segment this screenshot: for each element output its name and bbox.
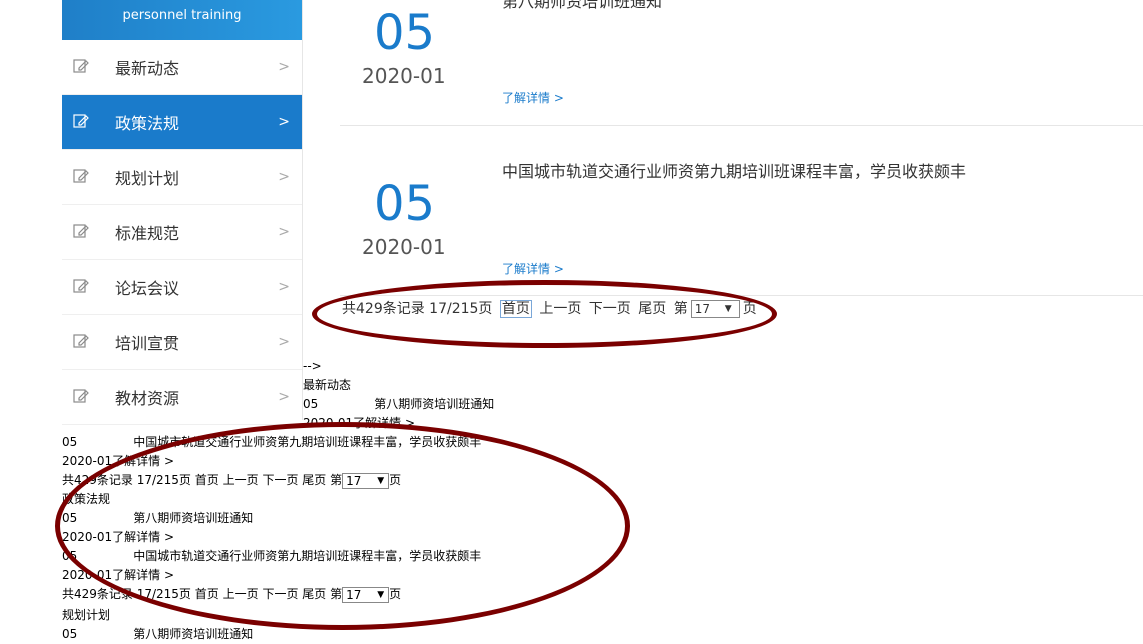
last-page-link[interactable]: 尾页	[302, 473, 326, 487]
chevron-right-icon: >	[278, 389, 290, 405]
sidebar-item-forum[interactable]: 论坛会议 >	[62, 260, 302, 315]
page-select-value: 17	[346, 473, 362, 488]
edit-icon	[73, 113, 89, 129]
raw-item-title[interactable]: 中国城市轨道交通行业师资第九期培训班课程丰富，学员收获颇丰	[133, 549, 481, 563]
sidebar-header: personnel training	[62, 0, 302, 40]
sidebar-item-latest-news[interactable]: 最新动态 >	[62, 40, 302, 95]
caret-down-icon: ▼	[724, 304, 732, 314]
news-day: 05	[374, 5, 436, 61]
page-select-value: 17	[694, 302, 710, 316]
raw-item-more[interactable]: 2020-01了解详情 >	[303, 414, 415, 433]
sidebar-item-label: 论坛会议	[115, 279, 180, 298]
raw-list-item: 05 第八期师资培训班通知	[303, 395, 494, 414]
prev-page-link[interactable]: 上一页	[223, 473, 259, 487]
read-more-link[interactable]: 了解详情 >	[502, 89, 564, 106]
pagination-total: 共429条记录 17/215页	[342, 301, 493, 317]
chevron-right-icon: >	[278, 169, 290, 185]
raw-list-item: 05 中国城市轨道交通行业师资第九期培训班课程丰富，学员收获颇丰	[62, 547, 481, 566]
raw-section-heading: 最新动态	[303, 378, 352, 392]
page-prefix: 第	[673, 301, 688, 317]
sidebar-item-materials[interactable]: 教材资源 >	[62, 370, 302, 425]
page-select[interactable]: 17 ▼	[342, 472, 390, 489]
page-suffix: 页	[389, 587, 402, 601]
page-select-value: 17	[346, 587, 362, 602]
edit-icon	[73, 388, 89, 404]
raw-list-item: 05 第八期师资培训班通知	[62, 625, 253, 644]
sidebar-item-policy[interactable]: 政策法规 >	[62, 95, 302, 150]
raw-item-day: 05	[303, 397, 319, 411]
prev-page-link[interactable]: 上一页	[223, 587, 259, 601]
raw-item-day: 05	[62, 435, 78, 449]
sidebar-item-label: 标准规范	[115, 224, 180, 243]
raw-item-day: 05	[62, 511, 78, 525]
sidebar-item-label: 培训宣贯	[115, 334, 180, 353]
page-prefix: 第	[330, 587, 343, 601]
page-prefix: 第	[330, 473, 343, 487]
page-suffix: 页	[389, 473, 402, 487]
news-title[interactable]: 第八期师资培训班通知	[502, 0, 662, 12]
raw-section-heading: 政策法规	[62, 492, 111, 506]
chevron-right-icon: >	[278, 334, 290, 350]
raw-list-item: 05 第八期师资培训班通知	[62, 509, 253, 528]
raw-comment: -->	[303, 359, 322, 373]
news-date: 2020-01	[362, 64, 446, 88]
pagination: 共429条记录 17/215页 首页 上一页 下一页 尾页 第 17 ▼ 页	[342, 298, 760, 318]
last-page-link[interactable]: 尾页	[302, 587, 326, 601]
first-page-link[interactable]: 首页	[195, 587, 219, 601]
sidebar-item-label: 最新动态	[115, 59, 180, 78]
next-page-link[interactable]: 下一页	[589, 301, 631, 317]
raw-section-heading: 规划计划	[62, 608, 111, 622]
page-suffix: 页	[742, 301, 757, 317]
news-item: 第八期师资培训班通知 05 2020-01 了解详情 >	[340, 0, 1143, 125]
sidebar-item-training[interactable]: 培训宣贯 >	[62, 315, 302, 370]
edit-icon	[73, 223, 89, 239]
next-page-link[interactable]: 下一页	[262, 587, 298, 601]
raw-item-title[interactable]: 中国城市轨道交通行业师资第九期培训班课程丰富，学员收获颇丰	[133, 435, 481, 449]
edit-icon	[73, 278, 89, 294]
news-title[interactable]: 中国城市轨道交通行业师资第九期培训班课程丰富，学员收获颇丰	[502, 158, 966, 182]
raw-item-more[interactable]: 2020-01了解详情 >	[62, 566, 174, 585]
next-page-link[interactable]: 下一页	[262, 473, 298, 487]
pagination-total: 共429条记录 17/215页	[62, 473, 191, 487]
raw-pagination: 共429条记录 17/215页 首页 上一页 下一页 尾页 第 17 ▼ 页	[62, 471, 401, 490]
chevron-right-icon: >	[278, 114, 290, 130]
pagination-total: 共429条记录 17/215页	[62, 587, 191, 601]
prev-page-link[interactable]: 上一页	[539, 301, 581, 317]
first-page-link[interactable]: 首页	[195, 473, 219, 487]
raw-item-more[interactable]: 2020-01了解详情 >	[62, 452, 174, 471]
news-item: 中国城市轨道交通行业师资第九期培训班课程丰富，学员收获颇丰 05 2020-01…	[340, 125, 1143, 295]
divider	[340, 295, 1143, 296]
sidebar-item-label: 教材资源	[115, 389, 180, 408]
raw-pagination: 共429条记录 17/215页 首页 上一页 下一页 尾页 第 17 ▼ 页	[62, 585, 401, 604]
edit-icon	[73, 333, 89, 349]
edit-icon	[73, 58, 89, 74]
sidebar-item-label: 规划计划	[115, 169, 180, 188]
page-select[interactable]: 17 ▼	[690, 300, 740, 318]
page-select[interactable]: 17 ▼	[342, 586, 390, 603]
sidebar-item-planning[interactable]: 规划计划 >	[62, 150, 302, 205]
last-page-link[interactable]: 尾页	[638, 301, 666, 317]
chevron-right-icon: >	[278, 59, 290, 75]
sidebar-item-standards[interactable]: 标准规范 >	[62, 205, 302, 260]
sidebar-item-label: 政策法规	[115, 114, 180, 133]
raw-item-title[interactable]: 第八期师资培训班通知	[133, 627, 253, 641]
chevron-right-icon: >	[278, 224, 290, 240]
news-day: 05	[374, 176, 436, 232]
news-date: 2020-01	[362, 235, 446, 259]
chevron-right-icon: >	[278, 279, 290, 295]
raw-list-item: 05 中国城市轨道交通行业师资第九期培训班课程丰富，学员收获颇丰	[62, 433, 481, 452]
raw-item-title[interactable]: 第八期师资培训班通知	[374, 397, 494, 411]
raw-item-title[interactable]: 第八期师资培训班通知	[133, 511, 253, 525]
raw-item-day: 05	[62, 549, 78, 563]
raw-item-more[interactable]: 2020-01了解详情 >	[62, 528, 174, 547]
caret-down-icon: ▼	[377, 475, 385, 486]
edit-icon	[73, 168, 89, 184]
first-page-link[interactable]: 首页	[499, 300, 532, 318]
raw-item-day: 05	[62, 627, 78, 641]
sidebar: personnel training 最新动态 > 政策法规 > 规划计划 > …	[62, 0, 303, 425]
caret-down-icon: ▼	[377, 589, 385, 600]
read-more-link[interactable]: 了解详情 >	[502, 260, 564, 277]
